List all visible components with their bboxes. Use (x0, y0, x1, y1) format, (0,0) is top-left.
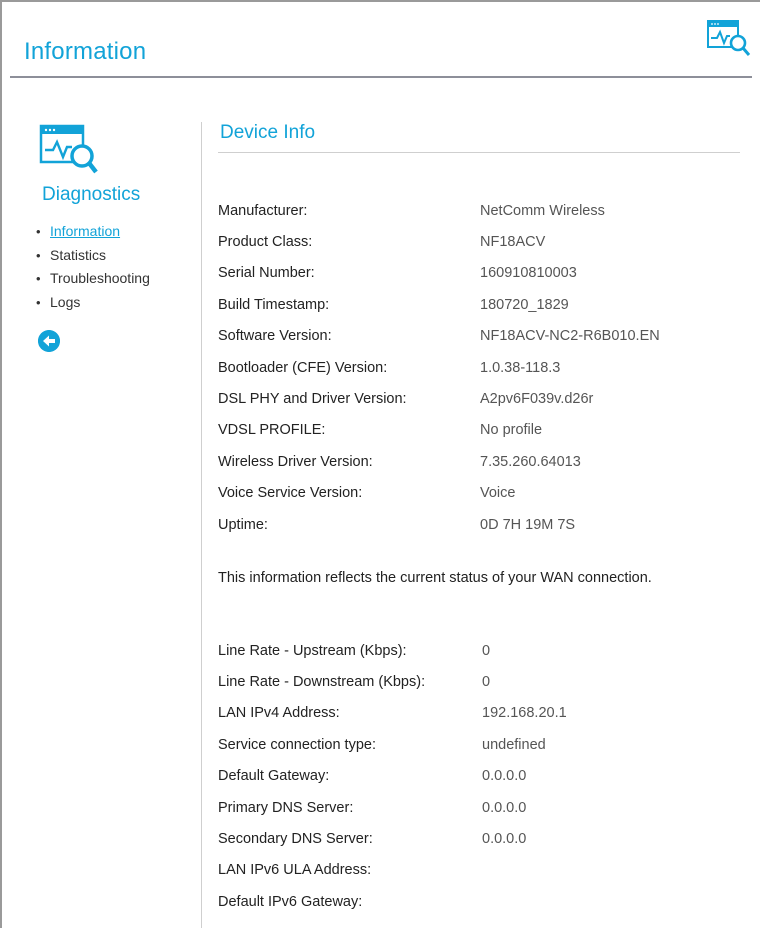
row-value: NF18ACV-NC2-R6B010.EN (480, 328, 660, 345)
table-row: Voice Service Version: Voice (218, 478, 660, 509)
table-row: Line Rate - Downstream (Kbps): 0 (218, 666, 567, 697)
table-row: Product Class: NF18ACV (218, 226, 660, 257)
vertical-divider (201, 122, 202, 928)
row-label: Wireless Driver Version: (218, 453, 373, 470)
row-label: Line Rate - Upstream (Kbps): (218, 642, 407, 659)
row-value: 0 (482, 642, 491, 659)
back-arrow-icon[interactable] (38, 330, 60, 352)
row-value: NF18ACV (480, 234, 546, 251)
row-value: 180720_1829 (480, 296, 569, 313)
row-label: Default Gateway: (218, 768, 330, 785)
row-value: undefined (482, 736, 546, 753)
row-label: Serial Number: (218, 265, 315, 282)
sidebar-item-label[interactable]: Information (50, 223, 120, 239)
sidebar-item-label[interactable]: Statistics (50, 247, 106, 263)
table-row: LAN IPv4 Address: 192.168.20.1 (218, 698, 567, 729)
row-label: Voice Service Version: (218, 485, 363, 502)
table-row: Line Rate - Upstream (Kbps): 0 (218, 635, 567, 666)
row-label: Default IPv6 Gateway: (218, 893, 363, 910)
sidebar-item-statistics[interactable]: • Statistics (36, 244, 150, 268)
table-row: VDSL PROFILE: No profile (218, 415, 660, 446)
row-label: Software Version: (218, 328, 332, 345)
sidebar-item-information[interactable]: • Information (36, 220, 150, 244)
row-label: Primary DNS Server: (218, 799, 354, 816)
sidebar-item-troubleshooting[interactable]: • Troubleshooting (36, 267, 150, 291)
table-row: Service connection type: undefined (218, 729, 567, 760)
table-row: DSL PHY and Driver Version: A2pv6F039v.d2… (218, 383, 660, 414)
table-row: Bootloader (CFE) Version: 1.0.38-118.3 (218, 352, 660, 383)
diagnostics-icon (707, 20, 751, 56)
row-value: 0.0.0.0 (482, 799, 527, 816)
table-row: Software Version: NF18ACV-NC2-R6B010.EN (218, 321, 660, 352)
wan-info-table: Line Rate - Upstream (Kbps): 0 Line Rate … (218, 635, 567, 918)
table-row: Uptime: 0D 7H 19M 7S (218, 509, 660, 540)
sidebar-nav: • Information • Statistics • Troubleshootin… (36, 220, 150, 314)
row-value: Voice (480, 485, 516, 502)
row-label: LAN IPv4 Address: (218, 705, 340, 722)
table-row: Serial Number: 160910810003 (218, 258, 660, 289)
table-row: Default Gateway: 0.0.0.0 (218, 761, 567, 792)
row-value: 1.0.38-118.3 (480, 359, 561, 376)
row-value: 7.35.260.64013 (480, 453, 581, 470)
table-row: Manufacturer: NetComm Wireless (218, 195, 660, 226)
row-label: VDSL PROFILE: (218, 422, 326, 439)
row-label: Uptime: (218, 516, 268, 533)
table-row: Primary DNS Server: 0.0.0.0 (218, 792, 567, 823)
section-title: Device Info (220, 122, 316, 143)
row-value: NetComm Wireless (480, 202, 605, 219)
sidebar-title: Diagnostics (42, 184, 141, 205)
row-value: 0.0.0.0 (482, 768, 527, 785)
table-row: LAN IPv6 ULA Address: (218, 855, 567, 886)
row-label: Line Rate - Downstream (Kbps): (218, 674, 426, 691)
table-row: Wireless Driver Version: 7.35.260.64013 (218, 446, 660, 477)
row-value: A2pv6F039v.d26r (480, 391, 594, 408)
sidebar-item-logs[interactable]: • Logs (36, 291, 150, 315)
row-label: Secondary DNS Server: (218, 831, 373, 848)
table-row: Default IPv6 Gateway: (218, 886, 567, 917)
section-rule (218, 152, 740, 153)
device-info-table: Manufacturer: NetComm Wireless Product Cl… (218, 195, 660, 540)
sidebar-item-label[interactable]: Logs (50, 294, 80, 310)
row-label: LAN IPv6 ULA Address: (218, 862, 372, 879)
sidebar-item-label[interactable]: Troubleshooting (50, 270, 150, 286)
table-row: Build Timestamp: 180720_1829 (218, 289, 660, 320)
table-row: Secondary DNS Server: 0.0.0.0 (218, 823, 567, 854)
row-value: 192.168.20.1 (482, 705, 567, 722)
row-value: 0.0.0.0 (482, 831, 527, 848)
row-label: Manufacturer: (218, 202, 308, 219)
row-label: Build Timestamp: (218, 296, 330, 313)
page-header: Information (10, 20, 752, 78)
row-value: 160910810003 (480, 265, 577, 282)
row-value: 0D 7H 19M 7S (480, 516, 576, 533)
row-label: DSL PHY and Driver Version: (218, 391, 407, 408)
row-label: Service connection type: (218, 736, 376, 753)
diagnostics-icon (39, 124, 98, 174)
row-label: Product Class: (218, 234, 313, 251)
row-value: 0 (482, 674, 491, 691)
page-title: Information (24, 38, 147, 65)
row-value: No profile (480, 422, 543, 439)
row-label: Bootloader (CFE) Version: (218, 359, 388, 376)
wan-status-note: This information reflects the current st… (218, 570, 652, 586)
